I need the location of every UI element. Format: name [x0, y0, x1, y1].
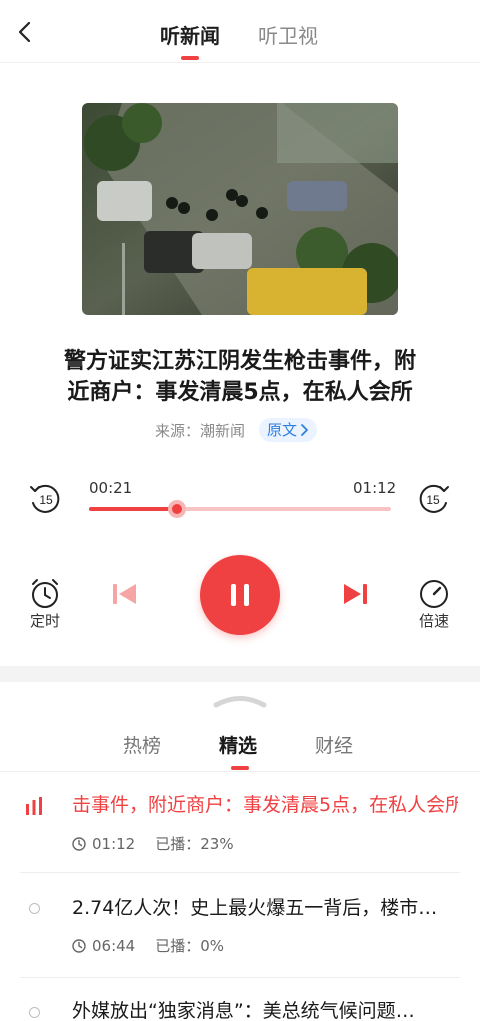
playback-speed-button[interactable]: 倍速 — [412, 577, 456, 631]
speedometer-icon — [420, 580, 448, 608]
forward-15-button[interactable]: 15 — [416, 481, 452, 517]
news-cover-image — [82, 103, 398, 315]
list-item-title: 2.74亿人次！史上最火爆五一背后，楼市… — [72, 897, 438, 919]
clock-icon — [72, 939, 86, 953]
progress-thumb-dot — [172, 504, 182, 514]
progress-track[interactable] — [89, 500, 391, 518]
section-divider — [0, 666, 480, 682]
list-item[interactable]: 击事件，附近商户：事发清晨5点，在私人会所 01:12 已播：23% — [0, 772, 480, 872]
pause-icon — [231, 584, 249, 606]
collapse-handle-icon[interactable] — [212, 693, 268, 708]
list-item-title: 外媒放出“独家消息”：美总统气候问题… — [72, 1000, 415, 1021]
next-track-icon — [344, 584, 367, 604]
tab-hot-list[interactable]: 热榜 — [123, 733, 161, 759]
play-pause-button[interactable] — [200, 555, 280, 635]
clock-icon — [72, 837, 86, 851]
progress-fill — [89, 507, 177, 511]
active-tab-indicator — [181, 56, 199, 60]
current-time: 00:21 — [89, 479, 133, 497]
list-item[interactable]: 外媒放出“独家消息”：美总统气候问题… — [0, 978, 480, 1021]
list-item[interactable]: 2.74亿人次！史上最火爆五一背后，楼市… 06:44 已播：0% — [0, 873, 480, 977]
forward-seconds: 15 — [426, 493, 440, 507]
forward-15-icon: 15 — [419, 484, 449, 513]
next-track-button[interactable] — [342, 582, 368, 610]
rewind-15-icon: 15 — [30, 484, 60, 513]
alarm-clock-icon — [32, 579, 58, 608]
list-item-meta: 01:12 已播：23% — [72, 834, 234, 854]
unplayed-dot-icon — [29, 1007, 40, 1018]
list-item-played: 已播：23% — [155, 835, 234, 853]
news-title: 警方证实江苏江阴发生枪击事件，附 近商户：事发清晨5点，在私人会所 — [40, 346, 440, 408]
tab-listen-news[interactable]: 听新闻 — [160, 22, 220, 50]
tab-featured[interactable]: 精选 — [219, 733, 257, 759]
list-item-meta: 06:44 已播：0% — [72, 936, 224, 956]
top-bar: 听新闻 听卫视 — [0, 0, 480, 63]
now-playing-bars-icon — [26, 797, 42, 815]
list-item-duration: 06:44 — [92, 937, 136, 955]
tab-finance[interactable]: 财经 — [315, 733, 353, 759]
tab-listen-tv[interactable]: 听卫视 — [258, 22, 318, 50]
news-source: 来源：潮新闻 — [155, 422, 246, 440]
news-title-line-2: 近商户：事发清晨5点，在私人会所 — [67, 380, 413, 405]
progress-thumb[interactable] — [168, 500, 186, 518]
news-title-line-1: 警方证实江苏江阴发生枪击事件，附 — [63, 349, 416, 374]
list-item-played: 已播：0% — [155, 937, 225, 955]
rewind-seconds: 15 — [39, 493, 53, 507]
previous-track-icon — [113, 584, 136, 604]
back-arrow-icon[interactable] — [14, 20, 38, 44]
unplayed-dot-icon — [29, 903, 40, 914]
chevron-right-icon — [301, 424, 308, 436]
rewind-15-button[interactable]: 15 — [27, 481, 63, 517]
list-item-title: 击事件，附近商户：事发清晨5点，在私人会所 — [72, 794, 458, 816]
total-time: 01:12 — [353, 479, 397, 497]
sleep-timer-button[interactable]: 定时 — [23, 577, 67, 631]
previous-track-button[interactable] — [112, 582, 138, 610]
playback-speed-label: 倍速 — [418, 612, 449, 630]
original-article-label: 原文 — [267, 421, 298, 439]
list-tab-indicator — [231, 766, 249, 770]
list-item-duration: 01:12 — [92, 835, 136, 853]
original-article-button[interactable]: 原文 — [259, 418, 318, 442]
sleep-timer-label: 定时 — [29, 612, 60, 630]
